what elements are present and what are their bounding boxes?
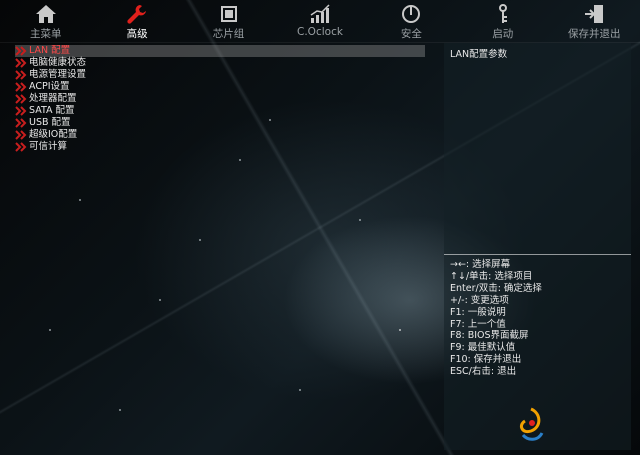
tab-label: 启动 [492,28,514,40]
tab-label: 芯片组 [212,28,245,40]
menu-item-acpi[interactable]: ACPI设置 [15,81,425,93]
boot-key-icon [491,3,515,25]
double-chevron-right-icon [15,46,29,56]
home-icon [34,3,58,25]
tab-oclock[interactable]: C.Oclock [280,0,360,38]
menu-item-label: USB 配置 [29,117,71,128]
menu-item-label: 电脑健康状态 [29,57,87,68]
menu-item-label: 电源管理设置 [29,69,87,80]
menu-item-label: ACPI设置 [29,81,70,92]
help-line: F9: 最佳默认值 [450,342,516,354]
key-help-list: →←: 选择屏幕 ↑↓/单击: 选择项目 Enter/双击: 确定选择 +/-:… [450,259,630,378]
menu-item-super-io[interactable]: 超级IO配置 [15,129,425,141]
help-line: Enter/双击: 确定选择 [450,282,542,294]
help-divider [444,254,631,255]
site-watermark-logo [516,405,636,451]
tab-label: C.Oclock [297,26,343,38]
tab-label: 保存并退出 [567,28,621,40]
menu-item-sata[interactable]: SATA 配置 [15,105,425,117]
help-line: F1: 一般说明 [450,306,506,318]
double-chevron-right-icon [15,106,29,116]
help-panel: LAN配置参数 →←: 选择屏幕 ↑↓/单击: 选择项目 Enter/双击: 确… [444,43,631,450]
double-chevron-right-icon [15,118,29,128]
double-chevron-right-icon [15,82,29,92]
double-chevron-right-icon [15,70,29,80]
double-chevron-right-icon [15,130,29,140]
menu-item-label: 可信计算 [29,141,68,152]
power-lock-icon [399,3,423,25]
double-chevron-right-icon [15,94,29,104]
wrench-icon [125,3,149,25]
help-line: →←: 选择屏幕 [450,259,511,270]
menu-item-power-management[interactable]: 电源管理设置 [15,69,425,81]
menu-item-label: SATA 配置 [29,105,75,116]
help-line: ESC/右击: 退出 [450,366,517,378]
double-chevron-right-icon [15,142,29,152]
tab-label: 安全 [400,28,422,40]
menu-item-usb[interactable]: USB 配置 [15,117,425,129]
help-line: F7: 上一个值 [450,318,506,330]
tab-chipset[interactable]: 芯片组 [189,0,269,41]
chip-icon [217,3,241,25]
double-chevron-right-icon [15,58,29,68]
help-line: ↑↓/单击: 选择项目 [450,270,533,282]
help-line: +/-: 变更选项 [450,294,509,306]
tab-main[interactable]: 主菜单 [6,0,86,41]
tab-security[interactable]: 安全 [371,0,451,41]
top-tab-bar: 主菜单 高级 芯片组 C.Oclock 安全 启动 保存并退出 [0,0,640,42]
performance-chart-icon [308,3,332,25]
menu-item-pc-health[interactable]: 电脑健康状态 [15,57,425,69]
tab-label: 主菜单 [29,28,62,40]
help-line: F10: 保存并退出 [450,354,522,366]
menu-item-trusted-computing[interactable]: 可信计算 [15,141,425,153]
tab-label: 高级 [126,28,148,40]
help-line: F8: BIOS界面截屏 [450,330,529,342]
item-description: LAN配置参数 [450,49,508,60]
tab-advanced[interactable]: 高级 [97,0,177,41]
menu-item-processor[interactable]: 处理器配置 [15,93,425,105]
watermark-swirl-icon [519,407,544,441]
advanced-menu-list: LAN 配置 电脑健康状态 电源管理设置 ACPI设置 处理器配置 SATA 配… [15,45,425,153]
tab-save-exit[interactable]: 保存并退出 [554,0,634,41]
menu-item-label: 超级IO配置 [29,129,78,140]
menu-item-label: 处理器配置 [29,93,77,104]
exit-door-icon [582,3,606,25]
menu-item-lan-config[interactable]: LAN 配置 [15,45,425,57]
menu-item-label: LAN 配置 [29,45,71,56]
tab-boot[interactable]: 启动 [463,0,543,41]
